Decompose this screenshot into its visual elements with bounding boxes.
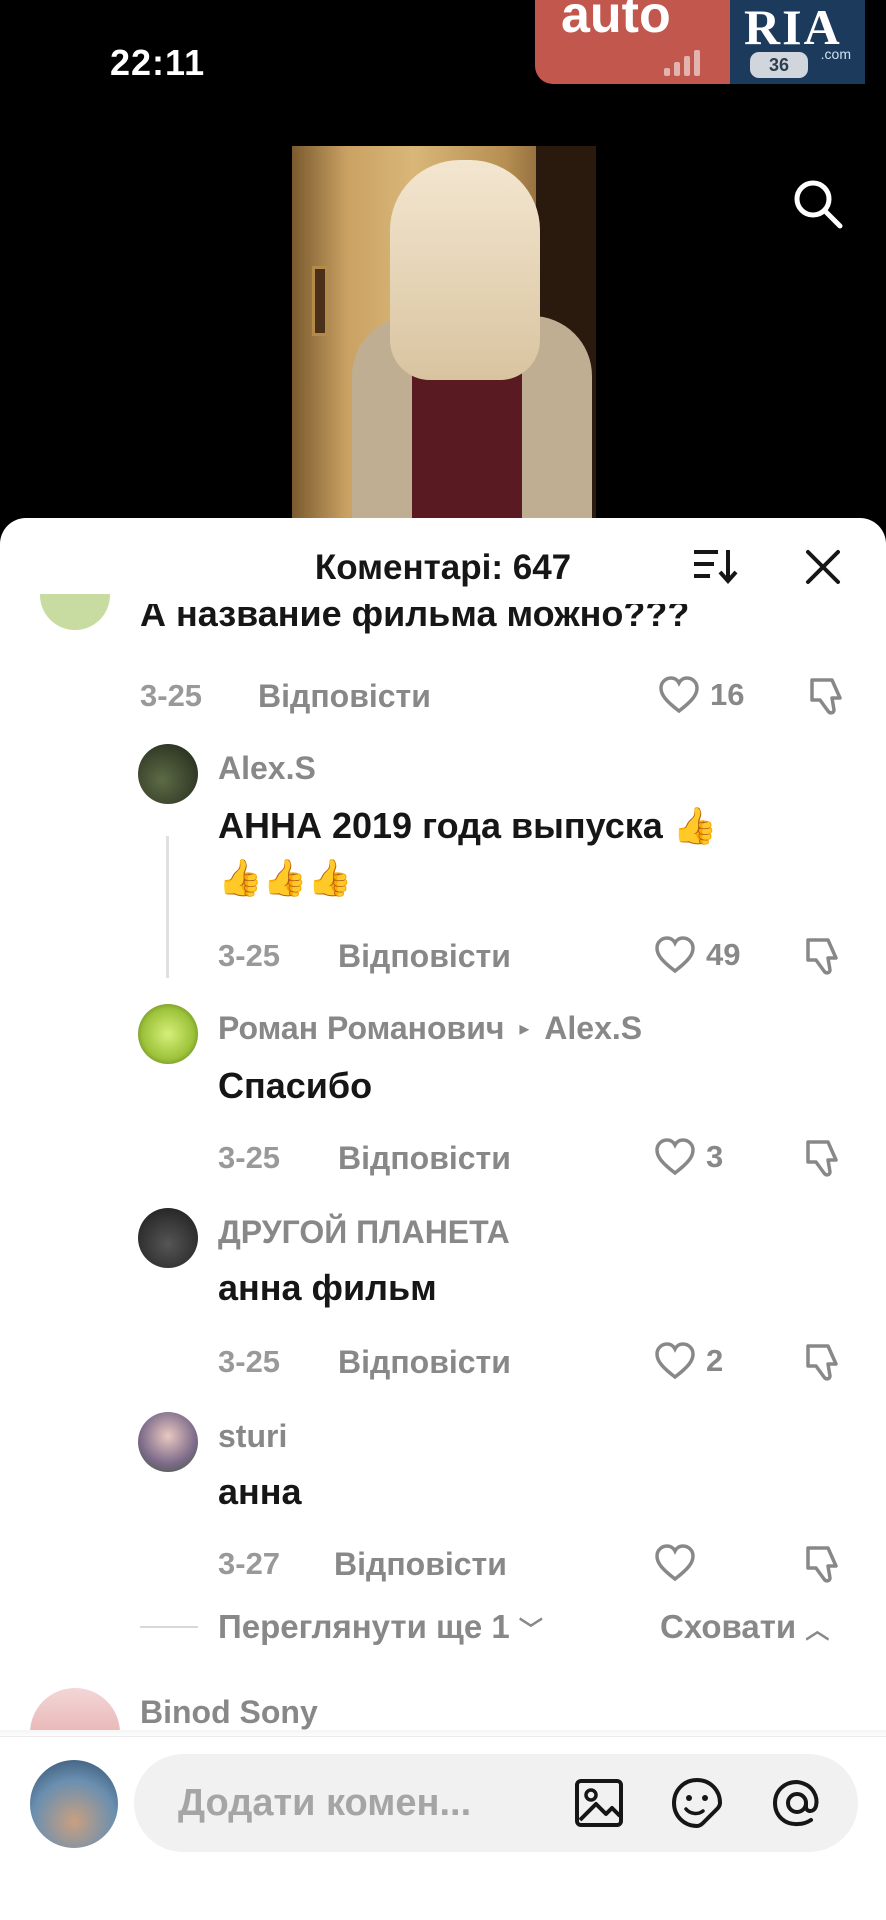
comment-username[interactable]: ДРУГОЙ ПЛАНЕТА xyxy=(218,1214,510,1251)
like-count: 3 xyxy=(706,1139,724,1174)
thumbs-up-emoji: 👍👍👍 xyxy=(218,857,353,898)
heart-icon xyxy=(659,676,699,714)
mention-icon[interactable] xyxy=(770,1776,824,1830)
comments-title: Коментарі: 647 xyxy=(314,548,572,587)
heart-icon xyxy=(655,936,695,974)
avatar[interactable] xyxy=(138,1208,198,1268)
heart-icon xyxy=(655,1544,695,1582)
comment-date: 3-25 xyxy=(218,1344,281,1379)
username-text: Роман Романович xyxy=(218,1010,505,1046)
watermark-ria: RIA .com 36 xyxy=(730,0,865,84)
search-icon[interactable] xyxy=(790,176,846,232)
dislike-icon[interactable] xyxy=(802,1342,844,1382)
status-time: 22:11 xyxy=(110,42,206,83)
heart-icon xyxy=(655,1138,695,1176)
watermark-auto: auto xyxy=(535,0,730,84)
watermark-com-text: .com xyxy=(820,46,851,62)
like-button[interactable]: 16 xyxy=(658,676,744,714)
avatar[interactable] xyxy=(138,1412,198,1472)
reply-button[interactable]: Відповісти xyxy=(258,678,431,715)
like-count: 2 xyxy=(706,1343,724,1378)
chevron-down-icon: ﹀ xyxy=(518,1617,543,1644)
video-thumbnail[interactable] xyxy=(292,146,596,528)
like-button[interactable] xyxy=(654,1544,706,1582)
comment-text-line: АННА 2019 года выпуска xyxy=(218,805,663,846)
like-button[interactable]: 2 xyxy=(654,1342,723,1380)
emoji-icon[interactable] xyxy=(670,1776,724,1830)
comment-date: 3-25 xyxy=(218,938,281,973)
comment-text: АННА 2019 года выпуска 👍 👍👍👍 xyxy=(218,800,858,904)
current-user-avatar[interactable] xyxy=(30,1760,118,1848)
comment-text: Спасибо xyxy=(218,1065,373,1106)
comment-text: А название фильма можно??? xyxy=(140,604,690,634)
divider xyxy=(140,1626,198,1628)
reply-arrow-icon: ▸ xyxy=(519,1018,530,1040)
avatar[interactable] xyxy=(138,1004,198,1064)
thread-line xyxy=(166,836,169,978)
dislike-icon[interactable] xyxy=(802,1544,844,1584)
like-button[interactable]: 49 xyxy=(654,936,740,974)
signal-icon xyxy=(664,50,700,76)
dislike-icon[interactable] xyxy=(802,936,844,976)
comment-date: 3-25 xyxy=(218,1140,281,1175)
reply-to-username[interactable]: Alex.S xyxy=(544,1010,642,1046)
comment-username[interactable]: Binod Sony xyxy=(140,1694,318,1731)
close-icon[interactable] xyxy=(804,548,842,586)
image-icon[interactable] xyxy=(572,1776,626,1830)
comment-text: анна фильм xyxy=(218,1267,437,1308)
chevron-up-icon: ︿ xyxy=(805,1617,830,1644)
view-more-label: Переглянути ще 1 xyxy=(218,1608,510,1645)
battery-indicator: 36 xyxy=(750,52,808,78)
autoria-watermark: auto RIA .com 36 xyxy=(535,0,865,84)
hide-label: Сховати xyxy=(660,1608,797,1645)
avatar[interactable] xyxy=(138,744,198,804)
reply-button[interactable]: Відповісти xyxy=(338,1344,511,1381)
dislike-icon[interactable] xyxy=(802,1138,844,1178)
reply-button[interactable]: Відповісти xyxy=(334,1546,507,1583)
watermark-auto-text: auto xyxy=(561,0,671,44)
dislike-icon[interactable] xyxy=(806,676,848,716)
comment-username[interactable]: Alex.S xyxy=(218,750,316,787)
comment-date: 3-25 xyxy=(140,678,203,713)
view-more-replies-button[interactable]: Переглянути ще 1 ﹀ xyxy=(218,1608,543,1646)
reply-button[interactable]: Відповісти xyxy=(338,1140,511,1177)
like-button[interactable]: 3 xyxy=(654,1138,723,1176)
comment-date: 3-27 xyxy=(218,1546,281,1581)
comment-input-placeholder: Додати комен... xyxy=(178,1782,472,1824)
comment-username[interactable]: Роман Романович ▸ Alex.S xyxy=(218,1010,642,1047)
like-count: 49 xyxy=(706,937,741,972)
comment-username[interactable]: sturi xyxy=(218,1418,287,1455)
like-count: 16 xyxy=(710,677,745,712)
thumbs-up-emoji: 👍 xyxy=(672,805,718,846)
heart-icon xyxy=(655,1342,695,1380)
reply-button[interactable]: Відповісти xyxy=(338,938,511,975)
sort-icon[interactable] xyxy=(690,546,738,586)
hide-replies-button[interactable]: Сховати ︿ xyxy=(660,1608,829,1646)
comment-text: анна xyxy=(218,1471,302,1512)
